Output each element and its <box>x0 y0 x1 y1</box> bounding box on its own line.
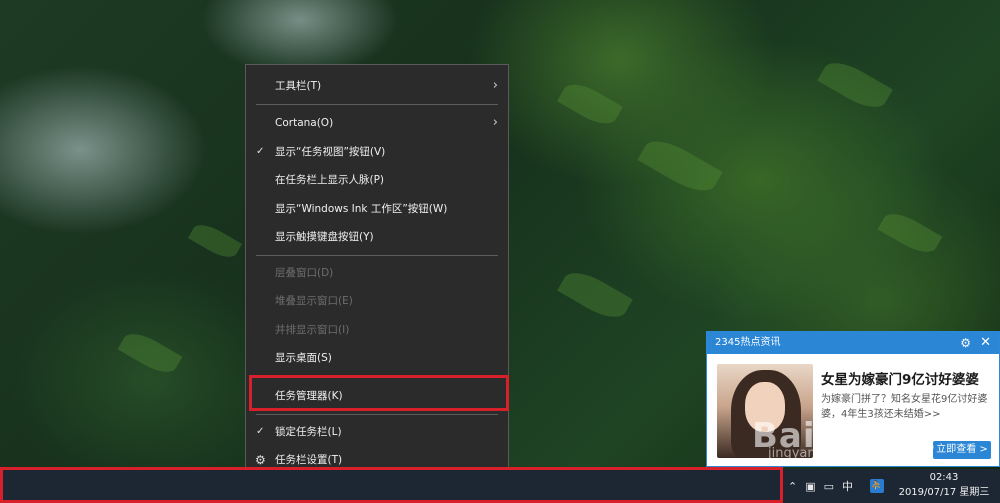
background-foliage <box>877 206 943 260</box>
menu-item-label: 显示“任务视图”按钮(V) <box>275 146 386 158</box>
menu-item-label: 堆叠显示窗口(E) <box>275 295 353 307</box>
gear-icon[interactable]: ⚙ <box>960 332 971 354</box>
input-method-indicator[interactable]: 中 <box>842 478 853 494</box>
clock[interactable]: 02:43 2019/07/17 星期三 <box>894 470 994 500</box>
background-foliage <box>117 326 183 380</box>
menu-separator <box>256 414 498 415</box>
menu-item[interactable]: ✓ 显示“任务视图”按钮(V) <box>246 139 508 165</box>
menu-item[interactable]: 显示“Windows Ink 工作区”按钮(W) <box>246 196 508 222</box>
menu-item[interactable]: 显示触摸键盘按钮(Y) <box>246 224 508 250</box>
checkmark-icon: ✓ <box>256 146 265 157</box>
menu-item: 堆叠显示窗口(E) <box>246 288 508 314</box>
view-now-button[interactable]: 立即查看 > <box>933 441 991 459</box>
user-icon[interactable]: ⛹ <box>870 479 884 493</box>
menu-item-label: 层叠窗口(D) <box>275 267 334 279</box>
news-headline[interactable]: 女星为嫁豪门9亿讨好婆婆 <box>821 368 979 388</box>
background-foliage <box>557 264 633 326</box>
menu-item: 并排显示窗口(I) <box>246 317 508 343</box>
menu-item[interactable]: Cortana(O) › <box>246 110 508 136</box>
menu-item-label: 显示桌面(S) <box>275 352 332 364</box>
popup-title: 2345热点资讯 <box>715 337 781 348</box>
menu-item-label: 显示触摸键盘按钮(Y) <box>275 231 374 243</box>
background-foliage <box>637 132 723 200</box>
menu-item-label: 并排显示窗口(I) <box>275 324 350 336</box>
chevron-right-icon: › <box>492 115 498 130</box>
taskbar-context-menu: 工具栏(T) › Cortana(O) › ✓ 显示“任务视图”按钮(V) 在任务栏上显示人… <box>245 64 509 476</box>
popup-header: 2345热点资讯 ⚙ ✕ <box>707 332 999 354</box>
menu-item-label: 在任务栏上显示人脉(P) <box>275 174 385 186</box>
system-tray: ⌃ ▣ ▭ 中 <box>784 469 857 503</box>
watermark-url: jingyan.baidu.com <box>768 446 888 461</box>
security-icon[interactable]: ▣ <box>805 480 815 493</box>
background-foliage <box>817 54 893 116</box>
menu-separator <box>256 104 498 105</box>
menu-separator <box>256 255 498 256</box>
menu-item[interactable]: 在任务栏上显示人脉(P) <box>246 167 508 193</box>
chevron-up-icon[interactable]: ⌃ <box>788 480 797 493</box>
menu-item-label: 锁定任务栏(L) <box>275 426 342 438</box>
menu-item-label: 任务栏设置(T) <box>275 454 343 466</box>
menu-item-label: 任务管理器(K) <box>275 390 343 402</box>
background-foliage <box>557 76 623 132</box>
clock-date: 2019/07/17 星期三 <box>898 487 990 498</box>
menu-separator <box>256 377 498 378</box>
menu-item[interactable]: 显示桌面(S) <box>246 345 508 371</box>
menu-item[interactable]: 任务管理器(K) <box>246 383 508 409</box>
menu-item-label: 工具栏(T) <box>275 80 322 92</box>
chevron-right-icon: › <box>492 78 498 93</box>
menu-item-label: 显示“Windows Ink 工作区”按钮(W) <box>275 203 448 215</box>
background-foliage <box>187 218 243 264</box>
menu-item[interactable]: ✓ 锁定任务栏(L) <box>246 419 508 445</box>
menu-item[interactable]: 工具栏(T) › <box>246 73 508 99</box>
clock-time: 02:43 <box>929 472 959 483</box>
close-icon[interactable]: ✕ <box>980 332 991 354</box>
network-icon[interactable]: ▭ <box>824 480 834 493</box>
checkmark-icon: ✓ <box>256 426 265 437</box>
menu-item-label: Cortana(O) <box>275 117 334 129</box>
menu-item: 层叠窗口(D) <box>246 260 508 286</box>
